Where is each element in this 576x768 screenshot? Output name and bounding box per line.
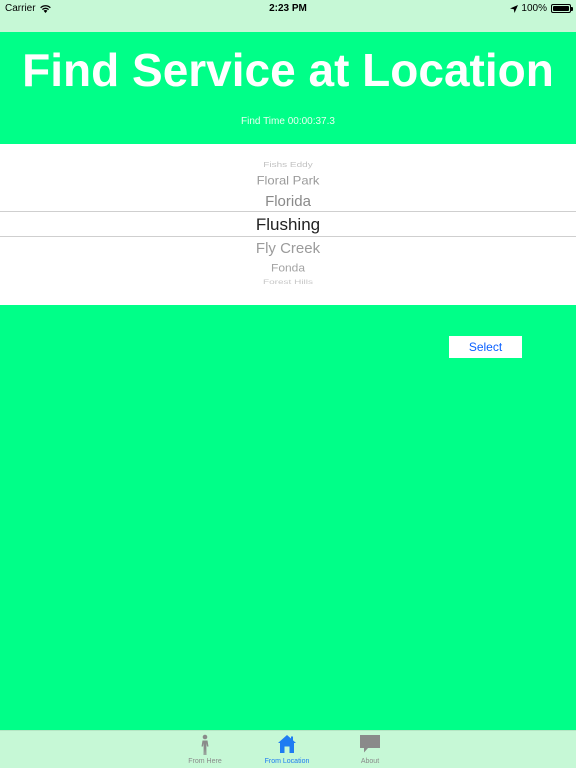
speech-bubble-icon [360, 735, 380, 753]
tab-from-here[interactable]: From Here [165, 731, 245, 768]
house-icon [278, 735, 296, 753]
battery-icon [551, 4, 573, 13]
location-picker[interactable]: Fishs Eddy Floral Park Florida Flushing … [0, 144, 576, 305]
picker-item[interactable]: Floral Park [0, 174, 576, 188]
status-time: 2:23 PM [269, 3, 307, 14]
status-right: 100% [510, 3, 573, 14]
select-button[interactable]: Select [449, 336, 522, 358]
battery-percent: 100% [521, 3, 547, 14]
find-time-label: Find Time 00:00:37.3 [241, 116, 335, 127]
picker-item[interactable]: Fly Creek [0, 240, 576, 257]
tab-label: From Here [188, 758, 222, 765]
picker-item[interactable]: Forest Hills [0, 279, 576, 286]
tab-bar: From Here From Location About [0, 730, 576, 768]
tab-from-location[interactable]: From Location [247, 731, 327, 768]
status-bar: Carrier 2:23 PM 100% [0, 0, 576, 32]
picker-item[interactable]: Fishs Eddy [0, 162, 576, 170]
tab-label: About [360, 758, 380, 765]
picker-item[interactable]: Fonda [0, 262, 576, 275]
tab-about[interactable]: About [330, 731, 410, 768]
tab-label: From Location [264, 758, 310, 765]
picker-item[interactable]: Florida [0, 193, 576, 210]
picker-item-selected[interactable]: Flushing [0, 215, 576, 235]
location-arrow-icon [510, 4, 519, 13]
page-title: Find Service at Location [22, 44, 554, 96]
person-icon [201, 734, 209, 755]
